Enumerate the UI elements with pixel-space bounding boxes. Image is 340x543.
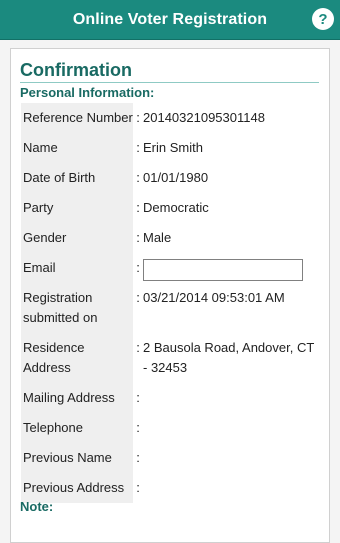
row-previous-address: Previous Address : [21,473,321,503]
label-mailing-address: Mailing Address [21,383,133,413]
separator: : [136,110,140,125]
separator: : [136,340,140,355]
value-registration-submitted: 03/21/2014 09:53:01 AM [143,290,285,305]
label-telephone: Telephone [21,413,133,443]
value-gender: Male [143,230,172,245]
row-residence-address: Residence Address : 2 Bausola Road, Ando… [21,333,321,383]
personal-info-table: Reference Number : 20140321095301148 Nam… [21,103,321,503]
note-label: Note: [20,499,54,514]
confirmation-heading: Confirmation [20,60,319,83]
value-previous-name [143,443,321,473]
label-date-of-birth: Date of Birth [21,163,133,193]
separator: : [136,480,140,495]
row-party: Party : Democratic [21,193,321,223]
row-name: Name : Erin Smith [21,133,321,163]
row-previous-name: Previous Name : [21,443,321,473]
value-mailing-address [143,383,321,413]
value-telephone [143,413,321,443]
label-gender: Gender [21,223,133,253]
separator: : [136,390,140,405]
value-name: Erin Smith [143,140,203,155]
row-email: Email : [21,253,321,283]
label-email: Email [21,253,133,283]
row-registration-submitted: Registration submitted on : 03/21/2014 0… [21,283,321,333]
label-residence-address: Residence Address [21,333,133,383]
confirmation-card: Confirmation Personal Information: Refer… [10,48,330,543]
label-party: Party [21,193,133,223]
app-header: Online Voter Registration ? [0,0,340,40]
label-name: Name [21,133,133,163]
personal-info-heading: Personal Information: [20,85,155,100]
help-icon[interactable]: ? [312,8,334,30]
value-date-of-birth: 01/01/1980 [143,170,209,185]
row-mailing-address: Mailing Address : [21,383,321,413]
row-telephone: Telephone : [21,413,321,443]
email-field[interactable] [143,259,303,281]
row-gender: Gender : Male [21,223,321,253]
email-cell [143,253,321,283]
separator: : [136,170,140,185]
value-residence-address: 2 Bausola Road, Andover, CT - 32453 [143,340,315,375]
separator: : [136,230,140,245]
separator: : [136,290,140,305]
label-registration-submitted: Registration submitted on [21,283,133,333]
separator: : [136,260,140,275]
value-party: Democratic [143,200,209,215]
separator: : [136,200,140,215]
value-previous-address [143,473,321,503]
row-date-of-birth: Date of Birth : 01/01/1980 [21,163,321,193]
app-title: Online Voter Registration [72,10,268,28]
label-reference-number: Reference Number [21,103,133,133]
separator: : [136,450,140,465]
value-reference-number: 20140321095301148 [143,110,265,125]
page-background: Confirmation Personal Information: Refer… [0,40,340,543]
label-previous-name: Previous Name [21,443,133,473]
separator: : [136,420,140,435]
separator: : [136,140,140,155]
row-reference-number: Reference Number : 20140321095301148 [21,103,321,133]
